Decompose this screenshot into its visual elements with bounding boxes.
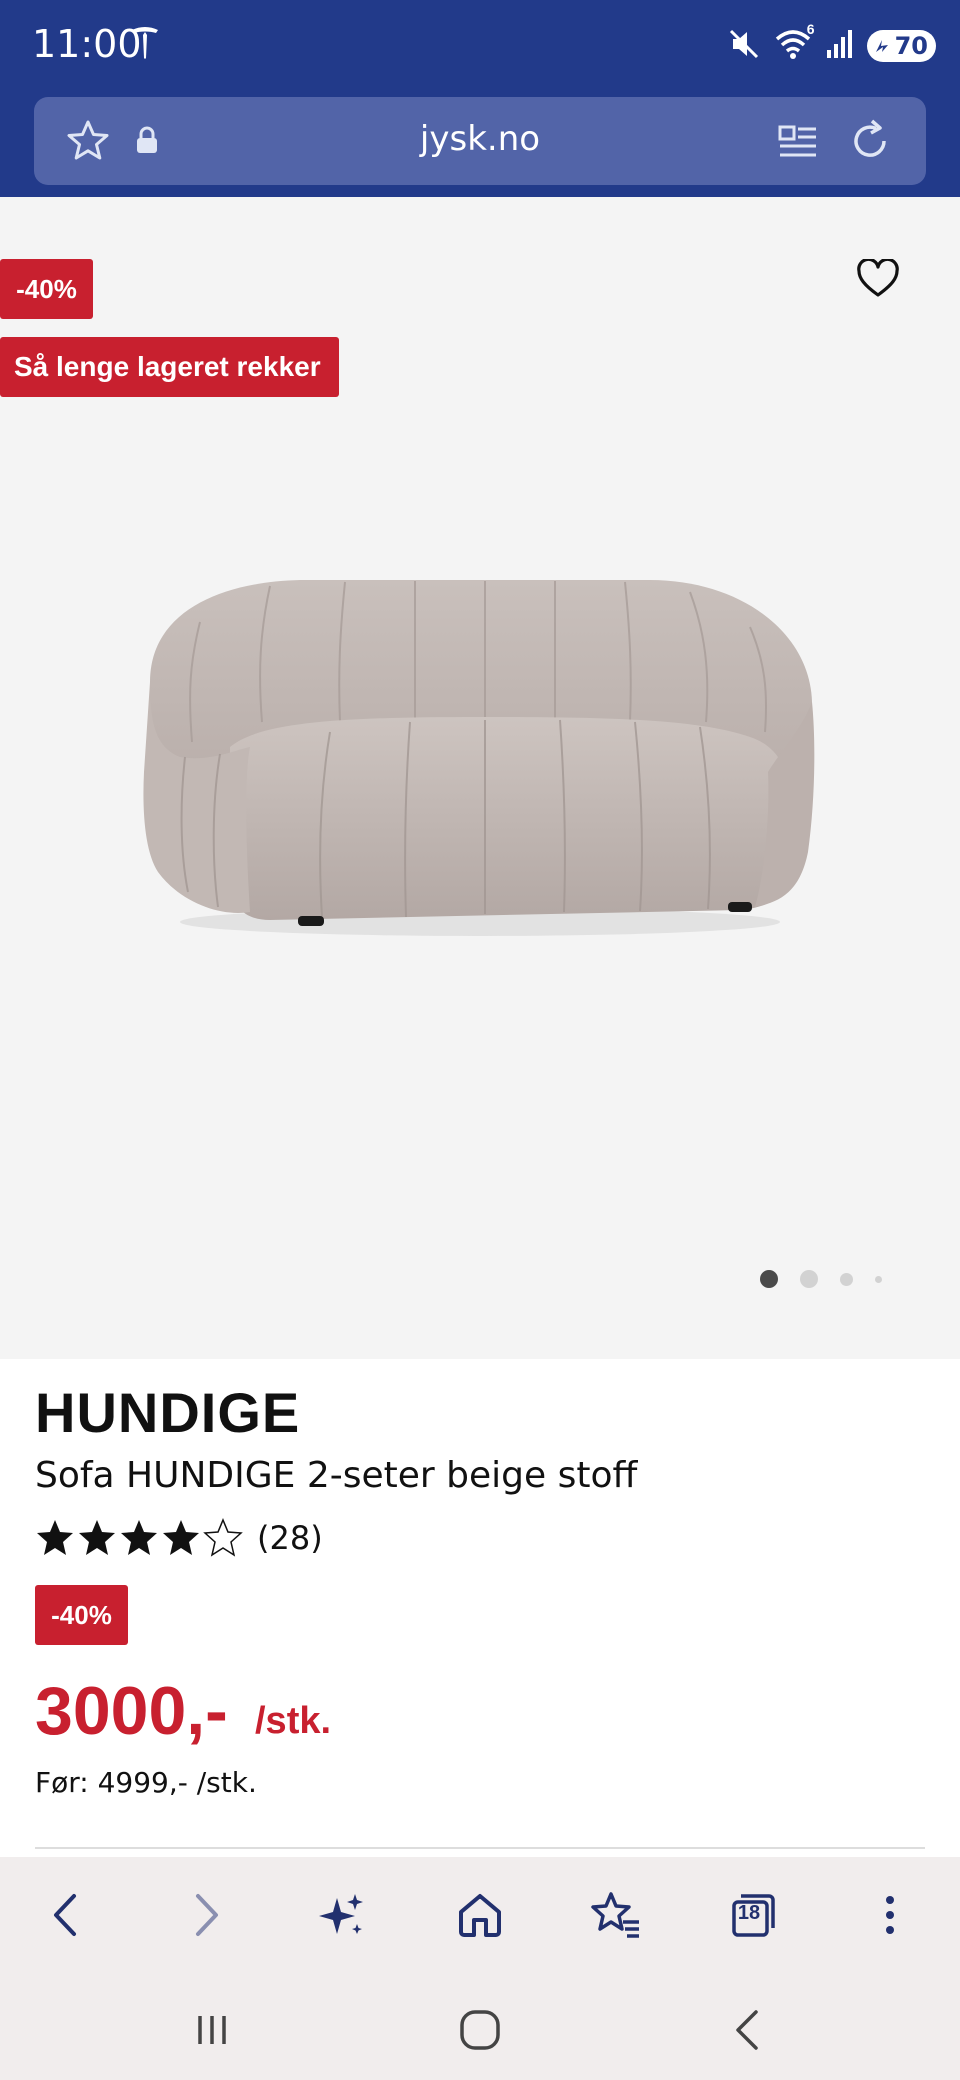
- recent-apps-icon[interactable]: [182, 2000, 242, 2060]
- home-circle-icon[interactable]: [450, 2000, 510, 2060]
- stock-badge: Så lenge lageret rekker: [0, 337, 339, 397]
- product-brand: HUNDIGE: [35, 1381, 301, 1444]
- reload-icon[interactable]: [846, 117, 894, 170]
- gallery-dot[interactable]: [875, 1275, 882, 1283]
- home-icon[interactable]: [450, 1885, 510, 1945]
- gallery-dot[interactable]: [800, 1270, 818, 1288]
- mute-icon: [727, 27, 761, 66]
- before-price: Før: 4999,- /stk.: [35, 1766, 257, 1799]
- discount-badge: -40%: [0, 259, 93, 319]
- back-icon[interactable]: [36, 1885, 96, 1945]
- rating-stars-icon: [37, 1518, 243, 1557]
- rating-count[interactable]: (28): [257, 1519, 323, 1557]
- gallery-dot[interactable]: [840, 1272, 853, 1286]
- product-rating[interactable]: (28): [35, 1518, 323, 1558]
- battery-icon: 70: [866, 30, 936, 62]
- tesla-icon: [130, 26, 160, 65]
- status-bar: 11:00 6 70: [0, 0, 960, 90]
- gallery-dot-active[interactable]: [760, 1270, 778, 1288]
- wifi-badge: 6: [806, 20, 815, 37]
- price-unit: /stk.: [255, 1700, 332, 1742]
- wifi-icon: 6: [773, 21, 815, 66]
- bookmarks-icon[interactable]: [586, 1885, 646, 1945]
- tab-count: 18: [737, 1902, 761, 1924]
- product-image[interactable]: [140, 572, 820, 957]
- reader-mode-icon[interactable]: [776, 119, 820, 168]
- status-icons: 6 70: [727, 21, 936, 66]
- tabs-icon[interactable]: 18: [724, 1885, 784, 1945]
- browser-toolbar: 18: [0, 1857, 960, 1970]
- product-gallery[interactable]: -40% Så lenge lageret rekker: [0, 197, 960, 1359]
- gallery-pagination[interactable]: [760, 1270, 882, 1288]
- system-back-icon[interactable]: [718, 2000, 778, 2060]
- battery-level: 70: [894, 32, 928, 60]
- heart-icon[interactable]: [856, 257, 900, 304]
- system-navigation: [0, 1970, 960, 2080]
- forward-icon[interactable]: [176, 1885, 236, 1945]
- more-icon[interactable]: [860, 1885, 920, 1945]
- signal-icon: [825, 28, 855, 65]
- product-price: 3000,-: [35, 1673, 228, 1749]
- product-name: Sofa HUNDIGE 2-seter beige stoff: [35, 1455, 638, 1496]
- divider: [35, 1847, 925, 1849]
- status-time: 11:00: [32, 22, 142, 66]
- price-discount-badge: -40%: [35, 1585, 128, 1645]
- url-bar[interactable]: jysk.no: [34, 97, 926, 185]
- browser-chrome: 11:00 6 70 jysk.no: [0, 0, 960, 197]
- sparkle-icon[interactable]: [312, 1885, 372, 1945]
